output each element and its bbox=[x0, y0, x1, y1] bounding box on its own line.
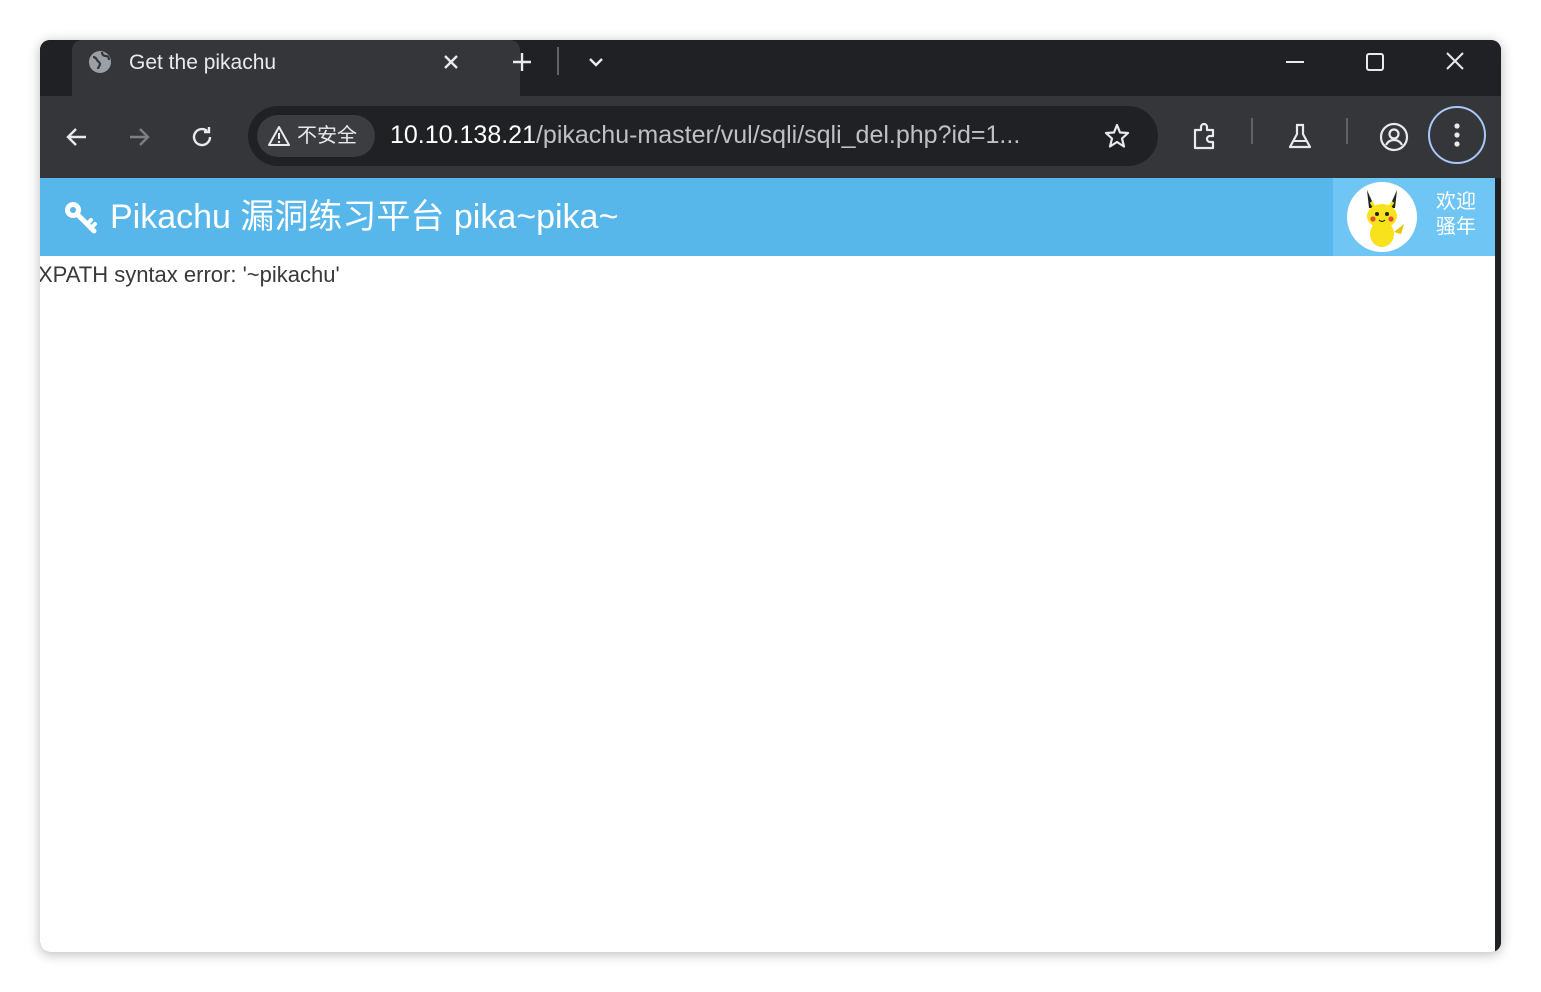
error-message: XPATH syntax error: '~pikachu' bbox=[40, 262, 340, 287]
site-navbar: Pikachu 漏洞练习平台 pika~pika~ 欢迎 骚年 bbox=[40, 178, 1495, 256]
star-icon[interactable] bbox=[1103, 122, 1131, 150]
toolbar-separator bbox=[1251, 118, 1253, 144]
welcome-line-1: 欢迎 bbox=[1436, 191, 1476, 213]
globe-icon bbox=[89, 51, 111, 73]
maximize-icon[interactable] bbox=[1360, 48, 1390, 76]
avatar[interactable] bbox=[1347, 182, 1417, 252]
tab-strip: Get the pikachu bbox=[40, 40, 1501, 96]
forward-arrow-icon[interactable] bbox=[122, 120, 156, 154]
labs-flask-icon[interactable] bbox=[1283, 120, 1317, 154]
brand-link[interactable]: Pikachu 漏洞练习平台 pika~pika~ bbox=[62, 196, 618, 238]
security-chip[interactable]: 不安全 bbox=[257, 115, 375, 157]
pikachu-avatar-icon bbox=[1367, 190, 1404, 247]
user-area[interactable]: 欢迎 骚年 bbox=[1333, 178, 1495, 256]
reload-icon[interactable] bbox=[185, 120, 219, 154]
key-icon bbox=[65, 202, 97, 234]
more-menu-icon bbox=[1454, 123, 1460, 147]
tab-separator bbox=[557, 47, 559, 75]
warning-triangle-icon bbox=[268, 126, 290, 146]
new-tab-plus-icon[interactable] bbox=[508, 48, 536, 76]
address-bar[interactable]: 不安全 10.10.138.21/pikachu-master/vul/sqli… bbox=[248, 106, 1158, 166]
tab-title: Get the pikachu bbox=[129, 51, 277, 74]
url-host: 10.10.138.21 bbox=[390, 121, 536, 149]
tab-close-icon[interactable] bbox=[440, 51, 462, 73]
welcome-text: 欢迎 骚年 bbox=[1436, 190, 1486, 240]
more-menu-button[interactable] bbox=[1428, 106, 1486, 164]
window-close-icon[interactable] bbox=[1440, 48, 1470, 76]
welcome-line-2: 骚年 bbox=[1436, 216, 1476, 238]
brand-title: Pikachu 漏洞练习平台 pika~pika~ bbox=[110, 198, 619, 236]
browser-window: Get the pikachu 不安全 10.10.138.21/pikachu… bbox=[40, 40, 1501, 952]
url-path: /pikachu-master/vul/sqli/sqli_del.php?id… bbox=[535, 121, 1021, 149]
page-viewport: Pikachu 漏洞练习平台 pika~pika~ 欢迎 骚年 XPATH sy… bbox=[40, 178, 1495, 952]
window-edge bbox=[1495, 178, 1501, 952]
url-text[interactable]: 10.10.138.21/pikachu-master/vul/sqli/sql… bbox=[390, 120, 1080, 150]
profile-icon[interactable] bbox=[1377, 120, 1411, 154]
minimize-icon[interactable] bbox=[1280, 48, 1310, 76]
extensions-icon[interactable] bbox=[1188, 120, 1222, 154]
tab-active[interactable]: Get the pikachu bbox=[72, 40, 520, 96]
security-label: 不安全 bbox=[297, 125, 357, 147]
chevron-down-icon[interactable] bbox=[584, 48, 608, 76]
back-arrow-icon[interactable] bbox=[60, 120, 94, 154]
toolbar-separator bbox=[1346, 118, 1348, 144]
browser-toolbar: 不安全 10.10.138.21/pikachu-master/vul/sqli… bbox=[40, 96, 1501, 178]
